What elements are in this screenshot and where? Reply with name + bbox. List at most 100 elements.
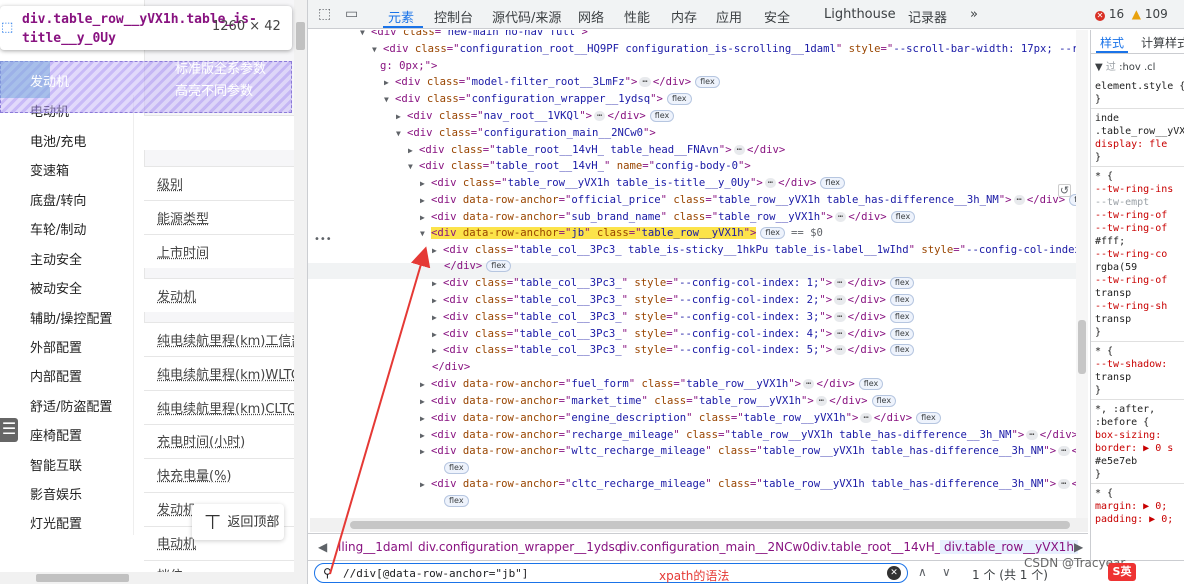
attr-value[interactable]: fuel_form — [571, 378, 628, 390]
attr-equals[interactable]: =" — [629, 227, 642, 239]
param-label[interactable]: 充电时间(小时) — [157, 431, 245, 450]
style-text[interactable]: .table_row__yVX1 — [1095, 126, 1184, 137]
tag-close[interactable]: > — [649, 127, 655, 139]
attr-value[interactable]: nav_root__1VKQl — [484, 110, 580, 122]
param-label[interactable]: 电动机 — [157, 533, 196, 552]
attr-name[interactable]: data-row-anchor — [457, 194, 559, 206]
attr-name[interactable]: name — [610, 160, 643, 172]
style-text[interactable]: display: fle — [1095, 139, 1167, 150]
param-label[interactable]: 纯电续航里程(km)CLTC — [157, 398, 296, 417]
search-prev-icon[interactable]: ∧ — [918, 565, 927, 579]
param-cell[interactable] — [144, 115, 294, 150]
ellipsis-icon[interactable]: ⋯ — [834, 345, 846, 355]
style-line[interactable]: } — [1095, 326, 1101, 339]
tag-close[interactable]: > — [852, 412, 858, 424]
style-line[interactable]: element.style { — [1095, 80, 1184, 93]
scrollbar-thumb[interactable] — [36, 574, 129, 582]
dom-node[interactable]: ▼ <div class="configuration_wrapper__1yds… — [384, 91, 692, 108]
close-tag[interactable]: </div> — [848, 328, 886, 340]
open-tag[interactable]: <div — [431, 211, 457, 223]
attr-equals[interactable]: =" — [686, 395, 699, 407]
attr-value[interactable]: new-main no-nav full — [448, 30, 576, 38]
expand-arrow-icon[interactable]: ▶ — [432, 343, 443, 359]
open-tag[interactable]: <div — [431, 194, 457, 206]
attr-name[interactable]: class — [397, 30, 435, 38]
sidebar-item[interactable]: 底盘/转向 — [30, 190, 86, 209]
attr-name[interactable]: style — [842, 43, 881, 55]
attr-equals[interactable]: =" — [666, 294, 679, 306]
issue-counters[interactable]: ✕ 16 ▲ 109 — [1095, 7, 1168, 21]
sidebar-item[interactable]: 影音娱乐 — [30, 484, 82, 503]
attr-value[interactable]: table_row__yVX1h — [718, 211, 820, 223]
copy-icon[interactable]: ↺ — [1058, 184, 1071, 197]
open-tag[interactable]: <div — [419, 160, 445, 172]
ellipsis-icon[interactable]: ⋯ — [1013, 195, 1025, 205]
style-line[interactable]: #fff; — [1095, 235, 1125, 248]
dom-node[interactable]: ▼ <div data-row-anchor="jb" class="table_… — [420, 225, 823, 242]
attr-name[interactable]: class — [469, 277, 507, 289]
elements-horizontal-scrollbar[interactable] — [310, 518, 1088, 532]
style-text[interactable]: } — [1095, 152, 1101, 163]
close-tag[interactable]: </div> — [874, 412, 912, 424]
collapse-arrow-icon[interactable]: ▼ — [360, 30, 371, 41]
attr-equals[interactable]: =" — [642, 160, 655, 172]
open-tag[interactable]: <div — [431, 378, 457, 390]
close-tag[interactable]: </div> — [432, 361, 470, 373]
collapse-arrow-icon[interactable]: ▼ — [396, 126, 407, 142]
style-line[interactable]: --tw-ring-ins — [1095, 183, 1173, 196]
expand-arrow-icon[interactable]: ▶ — [420, 210, 431, 226]
attr-value[interactable]: table_row__yVX1h — [699, 395, 801, 407]
tag-text[interactable]: <div class="configuration_main__2NCw0"> — [407, 127, 656, 139]
attr-value[interactable]: table_col__3Pc3_ — [520, 328, 622, 340]
tag-close[interactable]: > — [826, 294, 832, 306]
style-text[interactable]: inde — [1095, 113, 1119, 124]
attr-value[interactable]: configuration_wrapper__1ydsq — [472, 93, 651, 105]
attr-equals[interactable]: =" — [559, 227, 572, 239]
attr-value[interactable]: --scroll-bar-width: 17px; --root-paddin — [893, 43, 1088, 55]
close-tag[interactable]: </div> — [1040, 429, 1078, 441]
search-next-icon[interactable]: ∨ — [942, 565, 951, 579]
expand-arrow-icon[interactable]: ▶ — [432, 327, 443, 343]
more-tabs-icon[interactable]: » — [970, 7, 978, 22]
attr-equals[interactable]: =" — [666, 311, 679, 323]
param-label[interactable]: 发动机 — [157, 286, 196, 305]
menu-icon[interactable]: ☰ — [0, 418, 18, 442]
open-tag[interactable]: <div — [395, 93, 421, 105]
dom-node[interactable]: ▶ <div class="nav_root__1VKQl"> ⋯ </div> fle… — [396, 108, 675, 125]
flex-badge[interactable]: flex — [760, 227, 785, 239]
close-tag[interactable]: </div> — [653, 76, 691, 88]
flex-badge[interactable]: flex — [649, 110, 675, 122]
attr-value[interactable]: market_time — [571, 395, 641, 407]
attr-value[interactable]: table_root__14vH_ table_head__FNAvn — [496, 144, 719, 156]
tab-2[interactable]: 源代码/来源 — [492, 7, 561, 26]
attr-name[interactable]: class — [445, 144, 483, 156]
tab-3[interactable]: 网络 — [578, 7, 604, 26]
tag-text[interactable]: <div data-row-anchor="fuel_form" class="… — [431, 378, 801, 390]
attr-equals[interactable]: =" — [559, 194, 572, 206]
hov-cls-buttons[interactable]: :hov .cl — [1119, 62, 1155, 73]
sidebar-item[interactable]: 舒适/防盗配置 — [30, 396, 112, 415]
open-tag[interactable]: <div — [443, 344, 469, 356]
open-tag[interactable]: <div — [383, 43, 409, 55]
attr-name[interactable]: class — [667, 211, 705, 223]
attr-value[interactable]: config-body-0 — [655, 160, 738, 172]
attr-name[interactable]: style — [628, 311, 666, 323]
styles-filter[interactable]: ▼ 过 :hov .cl — [1095, 58, 1183, 74]
tag-text[interactable]: <div data-row-anchor="recharge_mileage" … — [431, 429, 1024, 441]
expand-arrow-icon[interactable]: ▶ — [408, 143, 419, 159]
expand-arrow-icon[interactable]: ▶ — [432, 293, 443, 309]
dom-node[interactable]: ▶ <div class="table_row__yVX1h table_is-t… — [420, 175, 845, 192]
close-tag[interactable]: </div> — [848, 294, 886, 306]
breadcrumb-item[interactable]: div.table_root__14vH_ — [810, 540, 941, 554]
open-tag[interactable]: <div — [431, 412, 457, 424]
style-line[interactable]: * { — [1095, 487, 1113, 500]
open-tag[interactable]: <div — [431, 429, 457, 441]
attr-value[interactable]: --config-col-index: 0; — [966, 244, 1088, 256]
attr-name[interactable]: class — [469, 294, 507, 306]
attr-equals[interactable]: =" — [507, 328, 520, 340]
expand-arrow-icon[interactable]: ▶ — [432, 310, 443, 326]
style-line[interactable]: --tw-ring-co — [1095, 248, 1167, 261]
dom-node[interactable]: ▶ <div data-row-anchor="official_price" c… — [420, 192, 1088, 209]
attr-equals[interactable]: =" — [471, 110, 484, 122]
close-tag[interactable]: </div> — [848, 311, 886, 323]
